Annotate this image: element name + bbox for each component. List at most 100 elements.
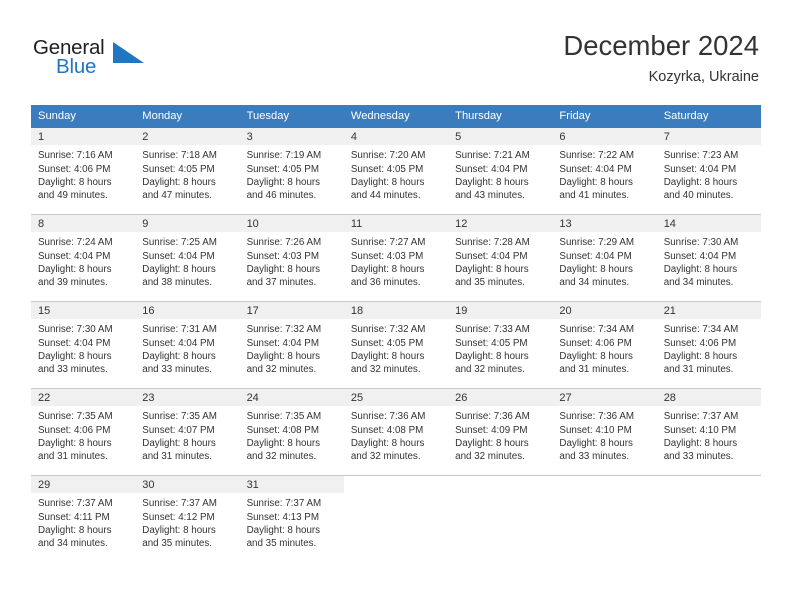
- day-number: 27: [552, 389, 657, 407]
- day-cell[interactable]: 25 Sunrise: 7:36 AM Sunset: 4:08 PM Dayligh…: [343, 388, 449, 476]
- daylight-text-line1: Daylight: 8 hours: [350, 437, 425, 449]
- daylight-text-line2: and 34 minutes.: [559, 277, 630, 289]
- sunset-text: Sunset: 4:12 PM: [142, 511, 215, 523]
- weekday-header-sunday: Sunday: [31, 105, 136, 129]
- daylight-text-line1: Daylight: 8 hours: [38, 437, 112, 449]
- daylight-text-line1: Daylight: 8 hours: [142, 524, 216, 536]
- day-cell[interactable]: 16 Sunrise: 7:31 AM Sunset: 4:04 PM Dayligh…: [135, 301, 240, 389]
- daylight-text-line2: and 43 minutes.: [455, 190, 525, 202]
- daylight-text-line1: Daylight: 8 hours: [142, 350, 216, 362]
- day-cell[interactable]: 8 Sunrise: 7:24 AM Sunset: 4:04 PM Daylight…: [31, 214, 136, 302]
- day-details: Sunrise: 7:30 AM Sunset: 4:04 PM Daylight:…: [31, 319, 135, 376]
- daylight-text-line1: Daylight: 8 hours: [663, 263, 738, 275]
- day-cell[interactable]: 9 Sunrise: 7:25 AM Sunset: 4:04 PM Daylight…: [135, 214, 240, 302]
- day-cell[interactable]: 15 Sunrise: 7:30 AM Sunset: 4:04 PM Dayligh…: [31, 301, 136, 389]
- title-block: December 2024 Kozyrka, Ukraine: [563, 30, 759, 85]
- day-number: 15: [31, 302, 136, 320]
- week-row: 22 Sunrise: 7:35 AM Sunset: 4:06 PM Dayligh…: [31, 388, 761, 476]
- day-number: [552, 476, 656, 493]
- day-cell[interactable]: 28 Sunrise: 7:37 AM Sunset: 4:10 PM Dayligh…: [656, 388, 761, 476]
- sunrise-text: Sunrise: 7:29 AM: [559, 237, 635, 249]
- daylight-text-line1: Daylight: 8 hours: [350, 176, 425, 188]
- day-number: 4: [343, 128, 449, 146]
- day-cell[interactable]: 14 Sunrise: 7:30 AM Sunset: 4:04 PM Dayligh…: [656, 214, 761, 302]
- day-number: 17: [239, 302, 344, 320]
- sunset-text: Sunset: 4:06 PM: [38, 424, 111, 436]
- sunrise-text: Sunrise: 7:37 AM: [142, 498, 217, 510]
- daylight-text-line1: Daylight: 8 hours: [350, 350, 425, 362]
- day-cell[interactable]: 2 Sunrise: 7:18 AM Sunset: 4:05 PM Daylight…: [135, 128, 240, 215]
- sunset-text: Sunset: 4:04 PM: [663, 163, 737, 175]
- day-cell[interactable]: 3 Sunrise: 7:19 AM Sunset: 4:05 PM Daylight…: [239, 128, 344, 215]
- day-number: 12: [448, 215, 553, 233]
- sunrise-text: Sunrise: 7:35 AM: [142, 411, 217, 423]
- day-details: Sunrise: 7:37 AM Sunset: 4:10 PM Daylight:…: [657, 406, 761, 463]
- day-cell[interactable]: 18 Sunrise: 7:32 AM Sunset: 4:05 PM Dayligh…: [343, 301, 449, 389]
- sunset-text: Sunset: 4:05 PM: [350, 163, 424, 175]
- day-cell[interactable]: 4 Sunrise: 7:20 AM Sunset: 4:05 PM Daylight…: [343, 128, 449, 215]
- daylight-text-line1: Daylight: 8 hours: [246, 437, 321, 449]
- weekday-header-saturday: Saturday: [656, 105, 761, 129]
- daylight-text-line2: and 32 minutes.: [246, 364, 317, 376]
- day-number: [344, 476, 448, 493]
- sunrise-text: Sunrise: 7:37 AM: [246, 498, 322, 510]
- day-cell[interactable]: 19 Sunrise: 7:33 AM Sunset: 4:05 PM Dayligh…: [448, 301, 553, 389]
- daylight-text-line2: and 35 minutes.: [455, 277, 525, 289]
- day-cell[interactable]: 30 Sunrise: 7:37 AM Sunset: 4:12 PM Dayligh…: [135, 475, 240, 563]
- sunset-text: Sunset: 4:06 PM: [663, 337, 737, 349]
- day-cell[interactable]: 27 Sunrise: 7:36 AM Sunset: 4:10 PM Dayligh…: [552, 388, 657, 476]
- daylight-text-line2: and 32 minutes.: [246, 451, 317, 463]
- day-cell[interactable]: 21 Sunrise: 7:34 AM Sunset: 4:06 PM Dayligh…: [656, 301, 761, 389]
- sunset-text: Sunset: 4:07 PM: [142, 424, 215, 436]
- day-cell[interactable]: 1 Sunrise: 7:16 AM Sunset: 4:06 PM Daylight…: [31, 128, 136, 215]
- day-number: 25: [343, 389, 449, 407]
- sunset-text: Sunset: 4:08 PM: [246, 424, 319, 436]
- daylight-text-line1: Daylight: 8 hours: [663, 176, 738, 188]
- day-cell[interactable]: 13 Sunrise: 7:29 AM Sunset: 4:04 PM Dayligh…: [552, 214, 657, 302]
- day-cell[interactable]: 29 Sunrise: 7:37 AM Sunset: 4:11 PM Dayligh…: [31, 475, 136, 563]
- daylight-text-line1: Daylight: 8 hours: [38, 524, 112, 536]
- day-number: 19: [448, 302, 553, 320]
- daylight-text-line2: and 32 minutes.: [455, 451, 525, 463]
- daylight-text-line2: and 33 minutes.: [142, 364, 212, 376]
- daylight-text-line1: Daylight: 8 hours: [142, 437, 216, 449]
- day-cell[interactable]: 6 Sunrise: 7:22 AM Sunset: 4:04 PM Daylight…: [552, 128, 657, 215]
- week-row: 8 Sunrise: 7:24 AM Sunset: 4:04 PM Daylight…: [31, 214, 761, 302]
- day-cell[interactable]: 5 Sunrise: 7:21 AM Sunset: 4:04 PM Daylight…: [448, 128, 553, 215]
- day-number: 8: [31, 215, 136, 233]
- day-details: Sunrise: 7:31 AM Sunset: 4:04 PM Daylight:…: [135, 319, 239, 376]
- sunrise-text: Sunrise: 7:24 AM: [38, 237, 113, 249]
- day-cell[interactable]: 22 Sunrise: 7:35 AM Sunset: 4:06 PM Dayligh…: [31, 388, 136, 476]
- daylight-text-line1: Daylight: 8 hours: [142, 263, 216, 275]
- day-details: Sunrise: 7:20 AM Sunset: 4:05 PM Daylight:…: [344, 145, 448, 202]
- sunset-text: Sunset: 4:06 PM: [38, 163, 111, 175]
- day-number: 16: [135, 302, 240, 320]
- daylight-text-line1: Daylight: 8 hours: [559, 437, 633, 449]
- day-cell[interactable]: 26 Sunrise: 7:36 AM Sunset: 4:09 PM Dayligh…: [448, 388, 553, 476]
- daylight-text-line2: and 35 minutes.: [142, 538, 212, 550]
- location-subtitle: Kozyrka, Ukraine: [648, 69, 759, 86]
- day-cell[interactable]: 23 Sunrise: 7:35 AM Sunset: 4:07 PM Dayligh…: [135, 388, 240, 476]
- general-blue-logo[interactable]: General Blue: [33, 36, 153, 84]
- sunset-text: Sunset: 4:10 PM: [663, 424, 737, 436]
- daylight-text-line2: and 31 minutes.: [142, 451, 212, 463]
- sunrise-text: Sunrise: 7:35 AM: [246, 411, 322, 423]
- sunset-text: Sunset: 4:04 PM: [142, 250, 215, 262]
- day-cell[interactable]: 24 Sunrise: 7:35 AM Sunset: 4:08 PM Dayligh…: [239, 388, 344, 476]
- sunrise-text: Sunrise: 7:27 AM: [350, 237, 426, 249]
- day-cell[interactable]: 11 Sunrise: 7:27 AM Sunset: 4:03 PM Dayligh…: [343, 214, 449, 302]
- sunrise-text: Sunrise: 7:28 AM: [455, 237, 530, 249]
- daylight-text-line1: Daylight: 8 hours: [559, 350, 633, 362]
- day-cell[interactable]: 31 Sunrise: 7:37 AM Sunset: 4:13 PM Dayligh…: [239, 475, 344, 563]
- daylight-text-line2: and 31 minutes.: [38, 451, 108, 463]
- daylight-text-line1: Daylight: 8 hours: [455, 350, 529, 362]
- day-cell[interactable]: 7 Sunrise: 7:23 AM Sunset: 4:04 PM Daylight…: [656, 128, 761, 215]
- day-cell[interactable]: 12 Sunrise: 7:28 AM Sunset: 4:04 PM Dayligh…: [448, 214, 553, 302]
- day-details: Sunrise: 7:28 AM Sunset: 4:04 PM Daylight:…: [448, 232, 552, 289]
- day-cell[interactable]: 17 Sunrise: 7:32 AM Sunset: 4:04 PM Dayligh…: [239, 301, 344, 389]
- daylight-text-line1: Daylight: 8 hours: [350, 263, 425, 275]
- day-cell[interactable]: 10 Sunrise: 7:26 AM Sunset: 4:03 PM Dayligh…: [239, 214, 344, 302]
- daylight-text-line2: and 32 minutes.: [455, 364, 525, 376]
- day-number: 30: [135, 476, 240, 494]
- day-cell[interactable]: 20 Sunrise: 7:34 AM Sunset: 4:06 PM Dayligh…: [552, 301, 657, 389]
